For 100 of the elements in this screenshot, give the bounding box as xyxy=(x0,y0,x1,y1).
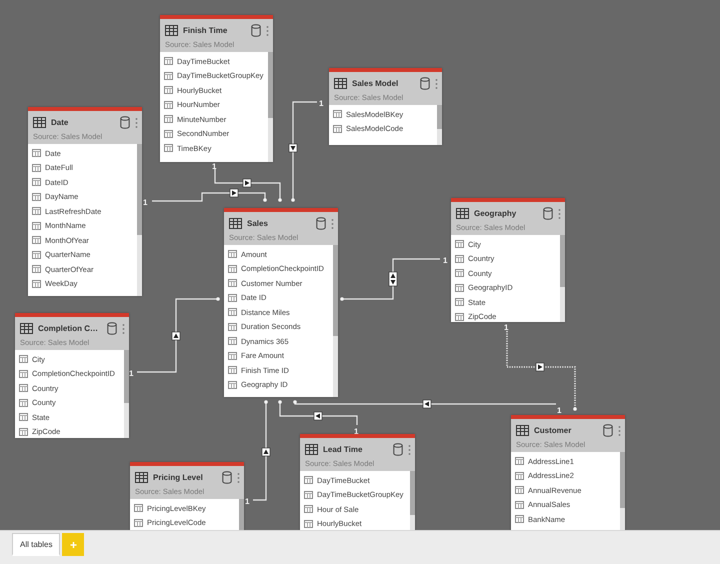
table-title: Pricing Level xyxy=(153,473,204,482)
cardinality-label: 1 xyxy=(354,427,358,436)
column-icon xyxy=(455,240,464,248)
relationship-line[interactable] xyxy=(253,400,268,501)
column-icon xyxy=(19,428,28,436)
column-icon xyxy=(333,124,342,133)
column-icon xyxy=(228,279,237,288)
more-options-icon xyxy=(237,472,240,484)
column-icon xyxy=(455,298,464,306)
column-icon xyxy=(304,490,313,499)
table-icon xyxy=(135,472,148,483)
table-title: Date xyxy=(51,118,70,127)
column-icon xyxy=(19,370,28,378)
column-icon xyxy=(333,110,342,118)
column-icon xyxy=(455,312,464,321)
table-icon xyxy=(165,25,178,36)
table-icon xyxy=(305,444,318,455)
table-title: Geography xyxy=(474,209,518,218)
column-icon xyxy=(134,518,143,527)
column-icon xyxy=(228,337,237,346)
more-options-icon xyxy=(558,208,561,220)
more-options-icon xyxy=(435,78,438,90)
column-icon xyxy=(304,476,313,484)
column-icon xyxy=(164,130,173,138)
column-icon xyxy=(32,250,41,259)
column-icon xyxy=(228,380,237,389)
relationship-line[interactable] xyxy=(506,331,577,411)
column-icon xyxy=(304,520,313,528)
table-title: Customer xyxy=(534,426,572,435)
database-icon xyxy=(420,77,430,90)
more-options-icon xyxy=(122,322,125,334)
database-icon xyxy=(222,471,232,484)
column-icon xyxy=(32,236,41,244)
column-icon xyxy=(32,192,41,201)
more-options-icon xyxy=(135,116,138,128)
column-icon xyxy=(515,472,524,480)
column-icon xyxy=(164,144,173,152)
column-icon xyxy=(32,207,41,216)
relationship-line[interactable] xyxy=(152,192,267,202)
column-icon xyxy=(304,505,313,514)
column-icon xyxy=(515,515,524,524)
table-title: Sales xyxy=(247,219,269,228)
database-icon xyxy=(120,116,130,129)
table-title: Finish Time xyxy=(183,26,228,35)
database-icon xyxy=(251,24,261,37)
more-options-icon xyxy=(266,24,269,36)
scrollbar[interactable] xyxy=(137,144,142,296)
column-icon xyxy=(164,115,173,124)
relationship-line[interactable] xyxy=(293,400,556,405)
scrollbar[interactable] xyxy=(437,105,442,145)
more-options-icon xyxy=(331,218,334,230)
more-options-icon xyxy=(408,444,411,456)
column-icon xyxy=(228,308,237,316)
relationship-line[interactable] xyxy=(278,400,358,425)
column-icon xyxy=(455,284,464,292)
table-icon xyxy=(20,323,33,334)
column-icon xyxy=(19,384,28,392)
cardinality-label: 1 xyxy=(443,256,448,265)
relationship-line[interactable] xyxy=(137,297,220,373)
column-icon xyxy=(32,164,41,172)
column-icon xyxy=(32,149,41,158)
database-icon xyxy=(393,443,403,456)
column-icon xyxy=(19,413,28,422)
cardinality-label: 1 xyxy=(143,198,148,207)
column-icon xyxy=(32,178,41,186)
column-icon xyxy=(164,86,173,94)
table-title: Completion C… xyxy=(38,324,99,333)
scrollbar[interactable] xyxy=(268,52,273,162)
cardinality-label: 1 xyxy=(319,99,324,108)
column-icon xyxy=(19,355,28,364)
column-icon xyxy=(134,504,143,512)
scrollbar[interactable] xyxy=(333,245,338,397)
database-icon xyxy=(107,322,117,335)
cardinality-label: 1 xyxy=(212,162,216,171)
table-icon xyxy=(334,78,347,89)
column-icon xyxy=(455,269,464,278)
table-icon xyxy=(456,208,469,219)
table-icon xyxy=(516,425,529,436)
column-icon xyxy=(515,500,524,509)
more-options-icon xyxy=(618,424,621,436)
view-tab[interactable]: All tables xyxy=(12,533,60,556)
table-icon xyxy=(33,117,46,128)
table-icon xyxy=(229,218,242,229)
column-icon xyxy=(164,72,173,80)
column-icon xyxy=(515,486,524,494)
column-icon xyxy=(164,100,173,109)
column-icon xyxy=(515,457,524,466)
column-icon xyxy=(228,250,237,258)
relationship-line[interactable] xyxy=(214,168,282,202)
relationship-line[interactable] xyxy=(291,101,317,202)
database-icon xyxy=(543,207,553,220)
column-icon xyxy=(228,366,237,374)
cardinality-label: 1 xyxy=(129,369,134,378)
column-icon xyxy=(455,254,464,263)
database-icon xyxy=(603,424,613,437)
database-icon xyxy=(316,217,326,230)
column-icon xyxy=(19,398,28,407)
relationship-line[interactable] xyxy=(340,258,440,301)
scrollbar[interactable] xyxy=(124,350,129,438)
scrollbar[interactable] xyxy=(560,235,565,322)
